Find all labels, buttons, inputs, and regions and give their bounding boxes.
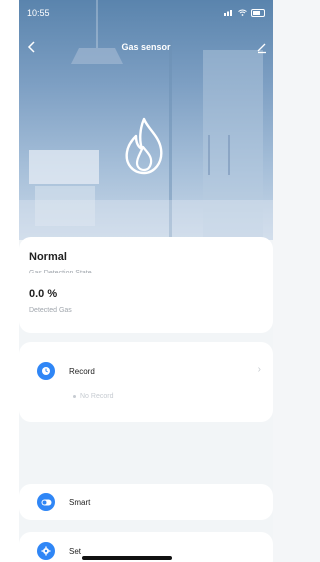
detected-gas-card: 0.0 % Detected Gas: [19, 273, 273, 333]
set-icon-badge: [37, 542, 55, 560]
wifi-icon: [238, 8, 247, 18]
left-margin: [0, 0, 19, 562]
detected-gas-label: Detected Gas: [29, 307, 72, 314]
chevron-right-icon: ›: [257, 364, 261, 375]
record-icon-badge: [37, 362, 55, 380]
toggle-icon: [41, 499, 51, 505]
smart-icon-badge: [37, 493, 55, 511]
status-time: 10:55: [27, 8, 50, 18]
signal-icon: [224, 8, 234, 18]
nav-bar: Gas sensor: [19, 36, 273, 58]
gear-icon: [41, 546, 51, 556]
battery-icon: [251, 9, 265, 17]
bullet-dot: [73, 395, 76, 398]
no-record-label: No Record: [80, 393, 114, 400]
hero-banner: 10:55 Gas sensor: [19, 0, 273, 240]
app-screen: 10:55 Gas sensor Normal 0.0 % Detected G…: [19, 0, 273, 562]
set-label: Set: [69, 547, 82, 556]
home-indicator[interactable]: [82, 556, 172, 560]
edit-button[interactable]: [255, 40, 269, 54]
page-title: Gas sensor: [121, 42, 171, 52]
edit-icon: [257, 43, 266, 54]
detected-gas-value: 0.0 %: [29, 288, 58, 300]
flame-icon: [125, 117, 163, 175]
smart-card[interactable]: Smart: [19, 484, 273, 520]
detection-state-value: Normal: [29, 251, 67, 263]
status-bar: 10:55: [27, 6, 265, 20]
clock-icon: [42, 367, 50, 375]
record-card[interactable]: Record › No Record: [19, 342, 273, 422]
no-record-text: No Record: [73, 393, 113, 400]
smart-label: Smart: [69, 498, 91, 507]
status-indicators: [224, 8, 265, 18]
record-label: Record: [69, 367, 95, 376]
